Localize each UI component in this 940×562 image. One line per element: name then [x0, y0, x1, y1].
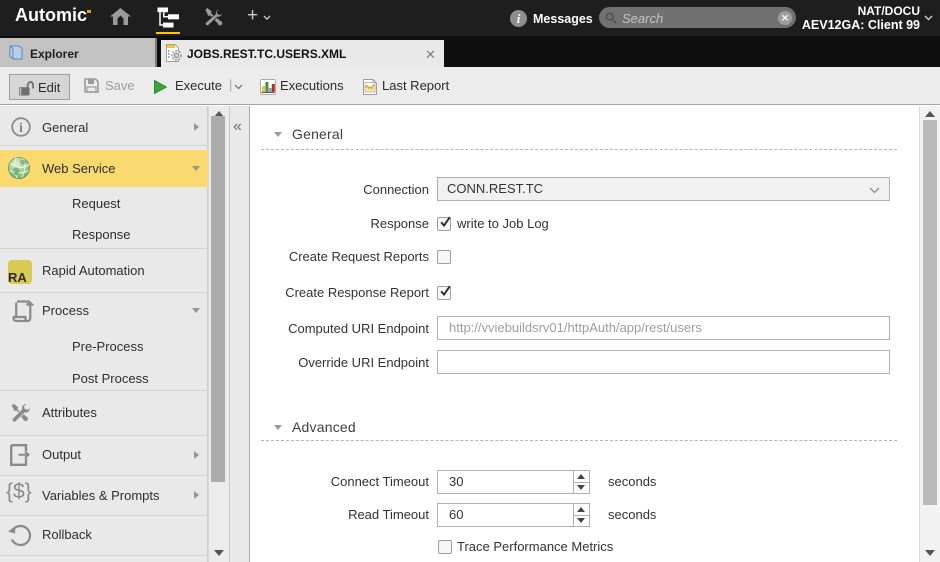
svg-text:i: i: [19, 121, 23, 136]
